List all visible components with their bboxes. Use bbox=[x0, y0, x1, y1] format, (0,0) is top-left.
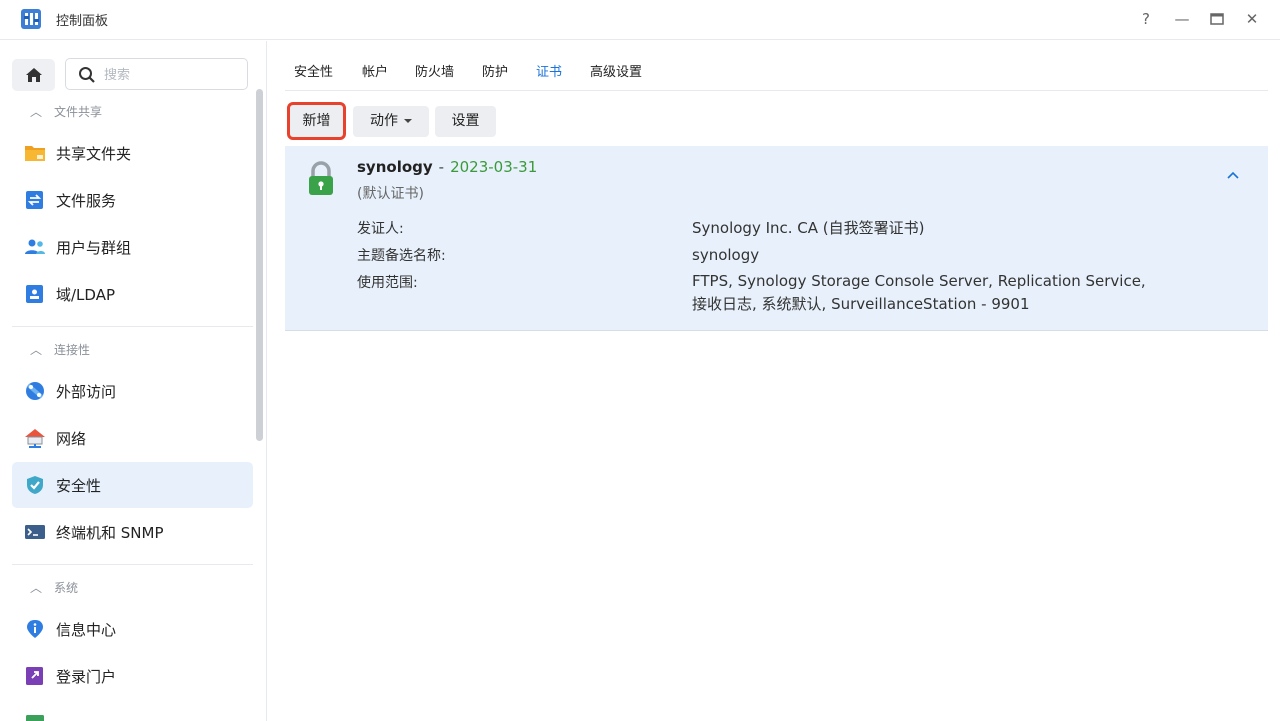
search-field[interactable] bbox=[65, 58, 248, 90]
sidebar-item-network[interactable]: 网络 bbox=[12, 415, 253, 461]
network-icon bbox=[25, 429, 45, 448]
login-portal-icon bbox=[26, 667, 43, 685]
sidebar-item-label: 登录门户 bbox=[56, 668, 117, 686]
section-header-file-sharing[interactable]: ︿ 文件共享 bbox=[30, 103, 102, 123]
sidebar-item-domain-ldap[interactable]: 域/LDAP bbox=[12, 271, 253, 317]
partial-item-icon bbox=[26, 715, 44, 721]
sidebar-item-label: 信息中心 bbox=[56, 621, 117, 639]
maximize-button[interactable] bbox=[1205, 8, 1229, 30]
sidebar-item-label: 域/LDAP bbox=[56, 286, 116, 304]
home-button[interactable] bbox=[12, 59, 55, 91]
sidebar: ︿ 文件共享 共享文件夹 文件服务 用户与群组 bbox=[0, 41, 267, 721]
close-button[interactable]: ✕ bbox=[1240, 8, 1264, 30]
external-access-icon bbox=[26, 382, 44, 400]
sidebar-item-security[interactable]: 安全性 bbox=[12, 462, 253, 508]
sidebar-item-label: 网络 bbox=[56, 430, 87, 448]
section-header-system[interactable]: ︿ 系统 bbox=[30, 579, 78, 599]
tab-advanced[interactable]: 高级设置 bbox=[590, 61, 642, 91]
section-header-connectivity[interactable]: ︿ 连接性 bbox=[30, 341, 90, 361]
sidebar-item-info-center[interactable]: 信息中心 bbox=[12, 606, 253, 652]
settings-button[interactable]: 设置 bbox=[435, 106, 496, 137]
title-bar: 控制面板 ? — ✕ bbox=[0, 0, 1280, 40]
tab-firewall[interactable]: 防火墙 bbox=[415, 61, 454, 91]
action-dropdown-button[interactable]: 动作 bbox=[353, 106, 429, 137]
control-panel-window: 控制面板 ? — ✕ ︿ 文件共享 bbox=[0, 0, 1280, 721]
sidebar-item-label: 安全性 bbox=[56, 477, 102, 495]
sidebar-item-shared-folder[interactable]: 共享文件夹 bbox=[12, 130, 253, 176]
section-header-label: 连接性 bbox=[54, 343, 91, 357]
caret-down-icon bbox=[404, 119, 412, 123]
sidebar-item-login-portal[interactable]: 登录门户 bbox=[12, 653, 253, 699]
sidebar-item-partial[interactable] bbox=[12, 700, 253, 721]
section-header-label: 系统 bbox=[54, 581, 79, 595]
window-title: 控制面板 bbox=[56, 14, 109, 29]
title-separator: - bbox=[438, 158, 445, 176]
chevron-up-icon: ︿ bbox=[30, 105, 43, 119]
scope-value-line2: 接收日志, 系统默认, SurveillanceStation - 9901 bbox=[692, 295, 1030, 313]
certificate-expiry-date: 2023-03-31 bbox=[450, 158, 538, 176]
search-icon bbox=[79, 67, 95, 83]
sidebar-item-terminal-snmp[interactable]: 终端机和 SNMP bbox=[12, 509, 253, 555]
add-button[interactable]: 新增 bbox=[287, 102, 346, 140]
chevron-up-icon[interactable] bbox=[1226, 170, 1240, 180]
chevron-up-icon: ︿ bbox=[30, 343, 43, 357]
sidebar-item-external-access[interactable]: 外部访问 bbox=[12, 368, 253, 414]
sidebar-divider bbox=[12, 326, 253, 327]
sidebar-item-label: 终端机和 SNMP bbox=[56, 524, 164, 542]
maximize-icon bbox=[1210, 13, 1224, 25]
sidebar-item-label: 文件服务 bbox=[56, 192, 117, 210]
domain-ldap-icon bbox=[26, 285, 43, 303]
sidebar-item-users-groups[interactable]: 用户与群组 bbox=[12, 224, 253, 270]
home-icon bbox=[26, 68, 42, 82]
sidebar-scrollbar[interactable] bbox=[256, 89, 263, 441]
certificate-item[interactable]: synology -2023-03-31 (默认证书) 发证人: Synology… bbox=[285, 146, 1268, 331]
info-center-icon bbox=[27, 620, 43, 638]
issuer-value: Synology Inc. CA (自我签署证书) bbox=[692, 219, 925, 237]
tab-account[interactable]: 帐户 bbox=[362, 61, 388, 91]
search-input[interactable] bbox=[104, 65, 234, 85]
tab-bar: 安全性 帐户 防火墙 防护 证书 高级设置 bbox=[285, 41, 1268, 91]
default-certificate-tag: (默认证书) bbox=[357, 186, 424, 202]
scope-label: 使用范围: bbox=[357, 275, 418, 291]
main-panel: 安全性 帐户 防火墙 防护 证书 高级设置 新增 动作 设置 synology -… bbox=[268, 41, 1280, 721]
scope-value-line1: FTPS, Synology Storage Console Server, R… bbox=[692, 272, 1146, 290]
tab-certificate[interactable]: 证书 bbox=[536, 61, 562, 91]
san-value: synology bbox=[692, 246, 760, 264]
security-shield-icon bbox=[27, 476, 43, 494]
shared-folder-icon bbox=[25, 146, 45, 161]
file-services-icon bbox=[26, 191, 43, 209]
users-groups-icon bbox=[25, 239, 45, 254]
terminal-icon bbox=[25, 525, 45, 539]
sidebar-divider bbox=[12, 564, 253, 565]
action-label: 动作 bbox=[370, 113, 398, 129]
issuer-label: 发证人: bbox=[357, 221, 404, 237]
sidebar-item-label: 用户与群组 bbox=[56, 239, 132, 257]
certificate-title: synology -2023-03-31 bbox=[357, 158, 537, 176]
minimize-button[interactable]: — bbox=[1170, 8, 1194, 30]
san-label: 主题备选名称: bbox=[357, 248, 446, 264]
help-button[interactable]: ? bbox=[1134, 8, 1158, 30]
certificate-name: synology bbox=[357, 158, 433, 176]
section-header-label: 文件共享 bbox=[54, 105, 103, 119]
sidebar-item-label: 共享文件夹 bbox=[56, 145, 132, 163]
sidebar-item-file-services[interactable]: 文件服务 bbox=[12, 177, 253, 223]
tab-protection[interactable]: 防护 bbox=[482, 61, 508, 91]
chevron-up-icon: ︿ bbox=[30, 581, 43, 595]
tab-security[interactable]: 安全性 bbox=[294, 61, 333, 91]
lock-icon bbox=[309, 161, 333, 195]
sidebar-item-label: 外部访问 bbox=[56, 383, 117, 401]
control-panel-app-icon bbox=[21, 9, 41, 29]
